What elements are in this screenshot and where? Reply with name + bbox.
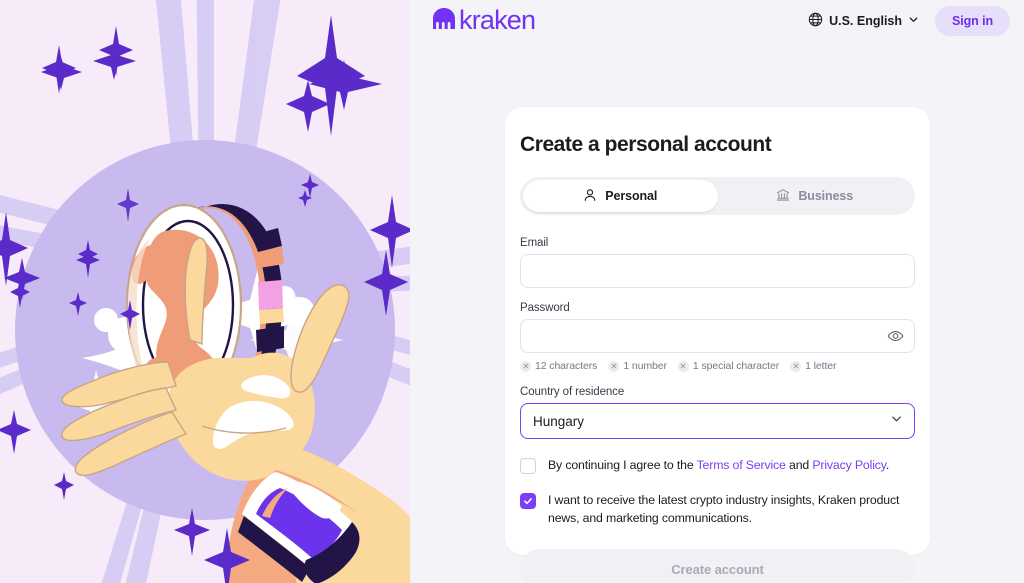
country-select[interactable]: Hungary — [520, 403, 915, 439]
account-type-tabs: Personal Business — [520, 177, 915, 215]
eye-icon[interactable] — [885, 326, 906, 347]
close-icon — [790, 360, 802, 372]
top-bar-actions: U.S. English Sign in — [806, 6, 1010, 36]
email-field-group: Email — [520, 237, 915, 288]
tab-business-label: Business — [798, 189, 854, 203]
email-input[interactable] — [520, 254, 915, 288]
password-requirement-label: 12 characters — [535, 360, 598, 372]
terms-text-before: By continuing I agree to the — [548, 458, 697, 472]
password-requirement-label: 1 letter — [805, 360, 837, 372]
terms-row: By continuing I agree to the Terms of Se… — [520, 457, 915, 474]
terms-of-service-link[interactable]: Terms of Service — [697, 458, 786, 472]
check-icon — [524, 498, 532, 505]
create-account-button[interactable]: Create account — [520, 549, 915, 583]
close-icon — [520, 360, 531, 372]
hand-holding-coin-illustration — [0, 0, 410, 583]
signup-card: Create a personal account Personal Busin… — [505, 107, 930, 583]
bank-icon — [776, 188, 790, 205]
password-requirements: 12 characters 1 number 1 special charact… — [520, 360, 915, 372]
globe-icon — [808, 12, 823, 30]
password-requirement: 12 characters — [520, 360, 597, 372]
country-selected-value: Hungary — [533, 413, 585, 429]
marketing-checkbox[interactable] — [520, 493, 536, 510]
close-icon — [677, 360, 689, 372]
sign-in-button[interactable]: Sign in — [935, 6, 1010, 36]
tab-personal[interactable]: Personal — [523, 180, 718, 212]
tab-business[interactable]: Business — [718, 180, 913, 212]
signup-right-panel: kraken U.S. English Sign in Create a per… — [410, 0, 1024, 583]
password-requirement: 1 number — [608, 360, 667, 372]
password-field-group: Password 12 characters 1 number 1 specia… — [520, 302, 915, 372]
kraken-logo[interactable]: kraken — [432, 4, 536, 35]
country-label: Country of residence — [520, 386, 625, 398]
close-icon — [608, 360, 620, 372]
privacy-policy-link[interactable]: Privacy Policy — [812, 458, 886, 472]
password-requirement: 1 special character — [677, 360, 780, 372]
tab-personal-label: Personal — [605, 189, 658, 203]
country-field-group: Country of residence Hungary — [520, 386, 915, 439]
terms-text-after: . — [885, 458, 890, 472]
password-requirement-label: 1 special character — [692, 360, 780, 372]
marketing-label: I want to receive the latest crypto indu… — [548, 493, 900, 525]
page-title: Create a personal account — [520, 133, 772, 156]
chevron-down-icon — [908, 14, 919, 28]
person-icon — [583, 188, 597, 205]
language-label: U.S. English — [829, 14, 903, 28]
marketing-row: I want to receive the latest crypto indu… — [520, 492, 915, 527]
kraken-logo-icon — [432, 7, 456, 35]
password-requirement-label: 1 number — [623, 360, 667, 372]
top-bar: kraken U.S. English Sign in — [410, 0, 1024, 42]
terms-text-middle: and — [785, 458, 813, 472]
kraken-wordmark: kraken — [459, 4, 536, 35]
signup-page: kraken U.S. English Sign in Create a per… — [0, 0, 1024, 583]
terms-checkbox[interactable] — [520, 458, 536, 474]
password-input[interactable] — [520, 319, 915, 353]
password-label: Password — [520, 302, 570, 314]
language-selector[interactable]: U.S. English — [806, 8, 921, 34]
terms-label: By continuing I agree to the Terms of Se… — [548, 457, 889, 474]
password-requirement: 1 letter — [790, 360, 837, 372]
email-label: Email — [520, 237, 549, 249]
